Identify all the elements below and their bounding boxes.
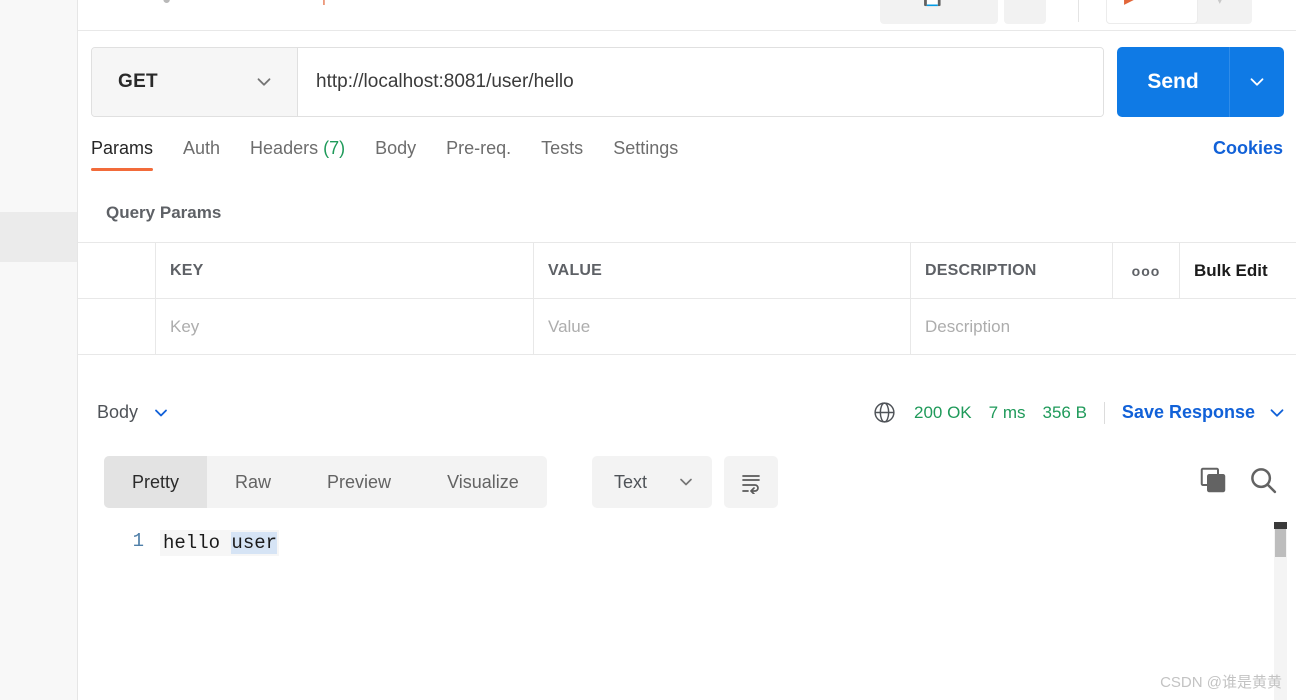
- row-description-input[interactable]: Description: [911, 299, 1296, 354]
- response-body-viewer[interactable]: 1 hello user: [78, 522, 1296, 700]
- environment-field[interactable]: [1106, 0, 1198, 24]
- column-header-description: DESCRIPTION: [911, 243, 1113, 298]
- tab-params[interactable]: Params: [91, 138, 154, 171]
- tab-headers-count: (7): [323, 138, 346, 158]
- chevron-down-icon: [155, 409, 167, 416]
- tab-prerequest[interactable]: Pre-req.: [446, 138, 511, 171]
- scrollbar-cap: [1274, 522, 1287, 529]
- format-tab-preview[interactable]: Preview: [299, 456, 419, 508]
- tab-tests-label: Tests: [541, 138, 584, 158]
- column-header-value: VALUE: [534, 243, 911, 298]
- column-header-key-label: KEY: [170, 261, 204, 279]
- query-params-table: KEY VALUE DESCRIPTION ooo Bulk Edit Key …: [78, 242, 1296, 355]
- search-icon[interactable]: [1248, 465, 1278, 500]
- scrollbar-thumb[interactable]: [1275, 529, 1286, 557]
- code-line: 1 hello user: [78, 530, 280, 556]
- tab-headers-label: Headers: [250, 138, 319, 158]
- response-size: 356 B: [1042, 402, 1087, 422]
- response-body-text-selected: user: [231, 532, 278, 554]
- request-tabs: Params Auth Headers (7) Body Pre-req. Te…: [91, 138, 1291, 182]
- response-body-toggle[interactable]: Body: [97, 402, 171, 423]
- send-button-group: Send: [1117, 47, 1284, 117]
- http-method-label: GET: [118, 71, 158, 92]
- format-tab-pretty[interactable]: Pretty: [104, 456, 208, 508]
- url-input[interactable]: http://localhost:8081/user/hello: [298, 48, 1103, 116]
- response-body-text-plain: hello: [163, 532, 232, 554]
- more-actions-button[interactable]: [1004, 0, 1046, 24]
- status-divider: [1103, 401, 1105, 424]
- tab-headers[interactable]: Headers (7): [250, 138, 345, 171]
- send-options-button[interactable]: [1229, 47, 1284, 117]
- flag-icon: ▶: [1124, 0, 1136, 6]
- chevron-down-icon: [680, 478, 692, 486]
- bulk-edit-button[interactable]: Bulk Edit: [1180, 243, 1296, 298]
- watermark: CSDN @谁是黄黄: [1160, 674, 1282, 691]
- select-all-cell[interactable]: [78, 243, 156, 298]
- response-meta-bar: Body 200 OK 7 ms 356 B Save Response: [78, 390, 1296, 442]
- content-type-label: Text: [614, 471, 648, 492]
- request-response-panel: ● | 💾 ▶ ▾ GET http://localhost:8081/user…: [78, 0, 1296, 700]
- table-options-button[interactable]: ooo: [1113, 243, 1180, 298]
- save-response-button[interactable]: Save Response: [1122, 402, 1255, 423]
- tab-settings-label: Settings: [613, 138, 679, 158]
- format-tab-raw-label: Raw: [235, 471, 272, 492]
- format-tab-preview-label: Preview: [327, 471, 392, 492]
- response-body-text[interactable]: hello user: [160, 530, 280, 556]
- tab-tests[interactable]: Tests: [541, 138, 583, 171]
- content-type-select[interactable]: Text: [592, 456, 712, 508]
- tab-body[interactable]: Body: [375, 138, 416, 171]
- line-number: 1: [132, 530, 144, 552]
- top-toolbar-clipped: ● | 💾 ▶ ▾: [78, 0, 1296, 31]
- column-header-value-label: VALUE: [548, 261, 603, 279]
- format-tab-pretty-label: Pretty: [132, 471, 180, 492]
- response-body-toggle-label: Body: [97, 402, 139, 422]
- row-key-input[interactable]: Key: [156, 299, 534, 354]
- word-wrap-button[interactable]: [724, 456, 778, 508]
- cursor-marker-icon: |: [322, 0, 326, 5]
- response-format-tabs: Pretty Raw Preview Visualize: [104, 456, 547, 508]
- http-method-select[interactable]: GET: [92, 48, 298, 116]
- format-tab-raw[interactable]: Raw: [207, 456, 299, 508]
- row-key-placeholder: Key: [170, 316, 200, 336]
- tab-auth-label: Auth: [183, 138, 221, 158]
- tab-prerequest-label: Pre-req.: [446, 138, 512, 158]
- url-bar: GET http://localhost:8081/user/hello: [91, 47, 1104, 117]
- response-viewer-toolbar: Pretty Raw Preview Visualize Text: [78, 456, 1296, 512]
- column-header-description-label: DESCRIPTION: [925, 261, 1037, 279]
- table-row: Key Value Description: [78, 299, 1296, 354]
- avatar-icon: ●: [162, 0, 171, 7]
- response-viewer-actions: [1198, 465, 1278, 500]
- chevron-down-icon: [1250, 78, 1264, 86]
- row-checkbox-cell[interactable]: [78, 299, 156, 354]
- save-icon: 💾: [923, 0, 942, 6]
- cookies-link[interactable]: Cookies: [1213, 138, 1283, 159]
- chevron-down-icon[interactable]: [1266, 402, 1288, 424]
- response-status-code: 200 OK: [913, 402, 972, 422]
- sidebar-strip: [0, 0, 78, 700]
- chevron-down-icon: ▾: [1216, 0, 1224, 7]
- row-value-input[interactable]: Value: [534, 299, 911, 354]
- tab-body-label: Body: [375, 138, 417, 158]
- tab-auth[interactable]: Auth: [183, 138, 220, 171]
- sidebar-active-item[interactable]: [0, 212, 77, 262]
- format-tab-visualize[interactable]: Visualize: [419, 456, 547, 508]
- row-description-placeholder: Description: [925, 316, 1011, 336]
- response-status-group: 200 OK 7 ms 356 B Save Response: [872, 400, 1288, 425]
- bulk-edit-label: Bulk Edit: [1194, 260, 1268, 280]
- format-tab-visualize-label: Visualize: [447, 471, 519, 492]
- tab-settings[interactable]: Settings: [613, 138, 678, 171]
- word-wrap-icon: [742, 475, 760, 494]
- send-button[interactable]: Send: [1117, 47, 1229, 117]
- query-params-title: Query Params: [106, 203, 222, 222]
- row-value-placeholder: Value: [548, 316, 591, 336]
- ellipsis-icon: ooo: [1131, 262, 1161, 279]
- column-header-key: KEY: [156, 243, 534, 298]
- response-time: 7 ms: [988, 402, 1026, 422]
- table-header-row: KEY VALUE DESCRIPTION ooo Bulk Edit: [78, 243, 1296, 299]
- copy-icon[interactable]: [1198, 465, 1228, 500]
- tab-params-label: Params: [91, 138, 154, 158]
- chevron-down-icon: [257, 78, 271, 86]
- toolbar-divider: [1078, 0, 1079, 22]
- globe-icon[interactable]: [872, 400, 897, 425]
